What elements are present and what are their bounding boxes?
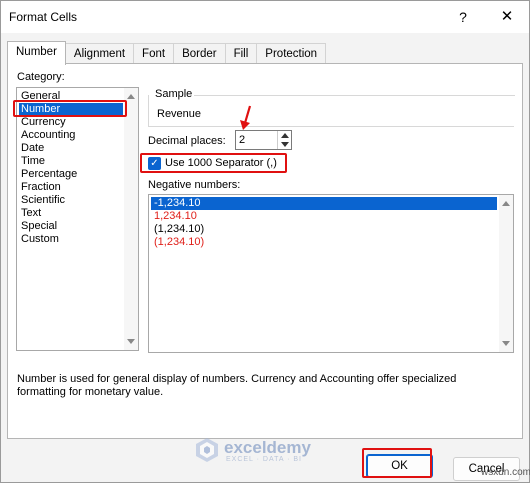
- category-item-fraction[interactable]: Fraction: [19, 181, 123, 194]
- category-item-number[interactable]: Number: [19, 103, 123, 116]
- negative-numbers-list[interactable]: -1,234.10 1,234.10 (1,234.10) (1,234.10): [148, 194, 514, 353]
- negative-format-item[interactable]: 1,234.10: [151, 210, 497, 223]
- scroll-up-icon[interactable]: [127, 94, 135, 99]
- sample-legend: Sample: [153, 88, 195, 100]
- watermark-tagline: EXCEL · DATA · BI: [226, 456, 302, 463]
- thousand-separator-checkbox[interactable]: ✓: [148, 157, 161, 170]
- spin-up-icon[interactable]: [281, 133, 289, 138]
- negative-format-item[interactable]: -1,234.10: [151, 197, 497, 210]
- category-item-general[interactable]: General: [19, 90, 123, 103]
- scroll-down-icon[interactable]: [502, 341, 510, 346]
- tab-protection[interactable]: Protection: [256, 43, 327, 65]
- category-item-time[interactable]: Time: [19, 155, 123, 168]
- sample-group: [148, 95, 514, 127]
- exceldemy-logo-icon: [196, 438, 218, 462]
- category-item-percentage[interactable]: Percentage: [19, 168, 123, 181]
- help-button[interactable]: ?: [453, 7, 473, 27]
- category-item-date[interactable]: Date: [19, 142, 123, 155]
- exceldemy-watermark: exceldemy EXCEL · DATA · BI: [194, 437, 354, 467]
- negative-numbers-label: Negative numbers:: [148, 179, 241, 191]
- scroll-down-icon[interactable]: [127, 339, 135, 344]
- category-item-text[interactable]: Text: [19, 207, 123, 220]
- decimal-places-label: Decimal places:: [148, 135, 226, 147]
- category-item-special[interactable]: Special: [19, 220, 123, 233]
- category-label: Category:: [17, 71, 65, 83]
- title-bar[interactable]: Format Cells ? ✕: [1, 1, 529, 33]
- format-cells-dialog: Format Cells ? ✕ Number Alignment Font B…: [0, 0, 530, 483]
- spin-down-icon[interactable]: [281, 142, 289, 147]
- negative-format-item[interactable]: (1,234.10): [151, 223, 497, 236]
- format-description: Number is used for general display of nu…: [17, 373, 457, 398]
- category-scrollbar[interactable]: [124, 88, 138, 350]
- dialog-title: Format Cells: [9, 10, 78, 24]
- category-item-scientific[interactable]: Scientific: [19, 194, 123, 207]
- sample-value: Revenue: [157, 108, 202, 120]
- negative-format-item[interactable]: (1,234.10): [151, 236, 497, 249]
- category-item-currency[interactable]: Currency: [19, 116, 123, 129]
- decimal-places-spinner[interactable]: [277, 131, 291, 149]
- negative-numbers-scrollbar[interactable]: [499, 195, 513, 352]
- tab-strip: Number Alignment Font Border Fill Protec…: [7, 41, 327, 65]
- decimal-places-input[interactable]: 2: [235, 130, 292, 150]
- tab-alignment[interactable]: Alignment: [64, 43, 135, 65]
- category-item-custom[interactable]: Custom: [19, 233, 123, 246]
- decimal-places-value[interactable]: 2: [239, 134, 245, 146]
- tab-number[interactable]: Number: [7, 41, 66, 65]
- category-item-accounting[interactable]: Accounting: [19, 129, 123, 142]
- tab-fill[interactable]: Fill: [224, 43, 258, 65]
- category-list[interactable]: General Number Currency Accounting Date …: [16, 87, 139, 351]
- corner-watermark: wsxdn.com: [481, 467, 530, 478]
- red-arrow-icon: [240, 105, 252, 130]
- sample-group-line: [185, 95, 515, 96]
- tab-border[interactable]: Border: [173, 43, 226, 65]
- close-button[interactable]: ✕: [495, 7, 519, 27]
- tab-font[interactable]: Font: [133, 43, 175, 65]
- watermark-name: exceldemy: [224, 438, 311, 457]
- ok-button[interactable]: OK: [366, 454, 433, 478]
- thousand-separator-label[interactable]: Use 1000 Separator (,): [165, 157, 277, 169]
- scroll-up-icon[interactable]: [502, 201, 510, 206]
